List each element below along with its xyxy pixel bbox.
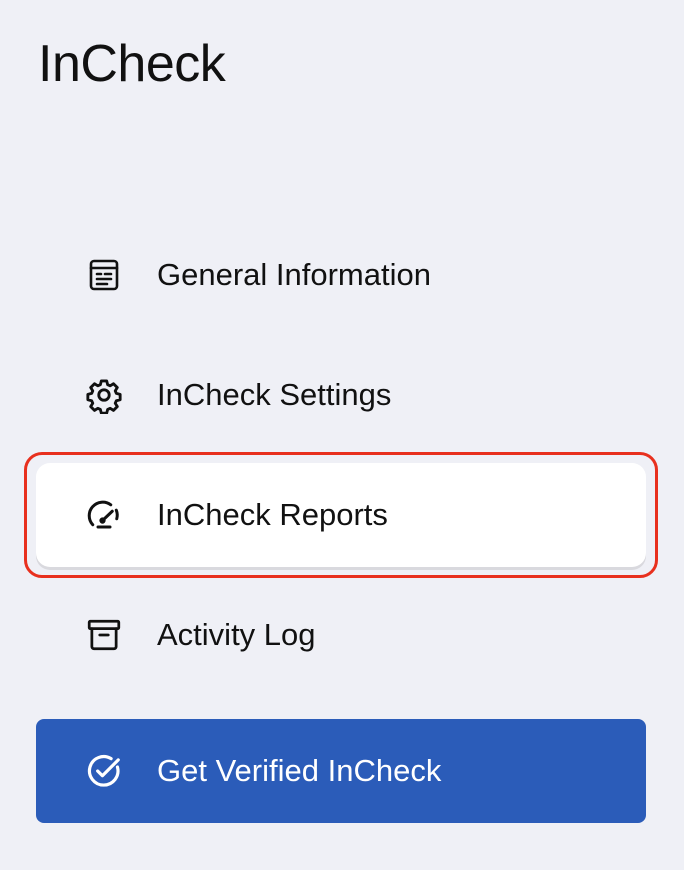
nav-item-incheck-reports[interactable]: InCheck Reports <box>36 463 646 567</box>
nav-item-label: InCheck Settings <box>157 377 392 412</box>
nav-item-label: Activity Log <box>157 617 316 652</box>
nav-item-incheck-settings[interactable]: InCheck Settings <box>36 343 646 447</box>
get-verified-button[interactable]: Get Verified InCheck <box>36 719 646 823</box>
nav-item-label: General Information <box>157 257 431 292</box>
speedometer-icon <box>84 495 124 535</box>
get-verified-label: Get Verified InCheck <box>157 753 442 788</box>
nav-item-general-information[interactable]: General Information <box>36 223 646 327</box>
nav-item-activity-log[interactable]: Activity Log <box>36 583 646 687</box>
document-list-icon <box>84 255 124 295</box>
nav-item-label: InCheck Reports <box>157 497 388 532</box>
app-title: InCheck <box>38 35 226 93</box>
gear-icon <box>84 375 124 415</box>
check-circle-icon <box>84 751 124 791</box>
archive-box-icon <box>84 615 124 655</box>
